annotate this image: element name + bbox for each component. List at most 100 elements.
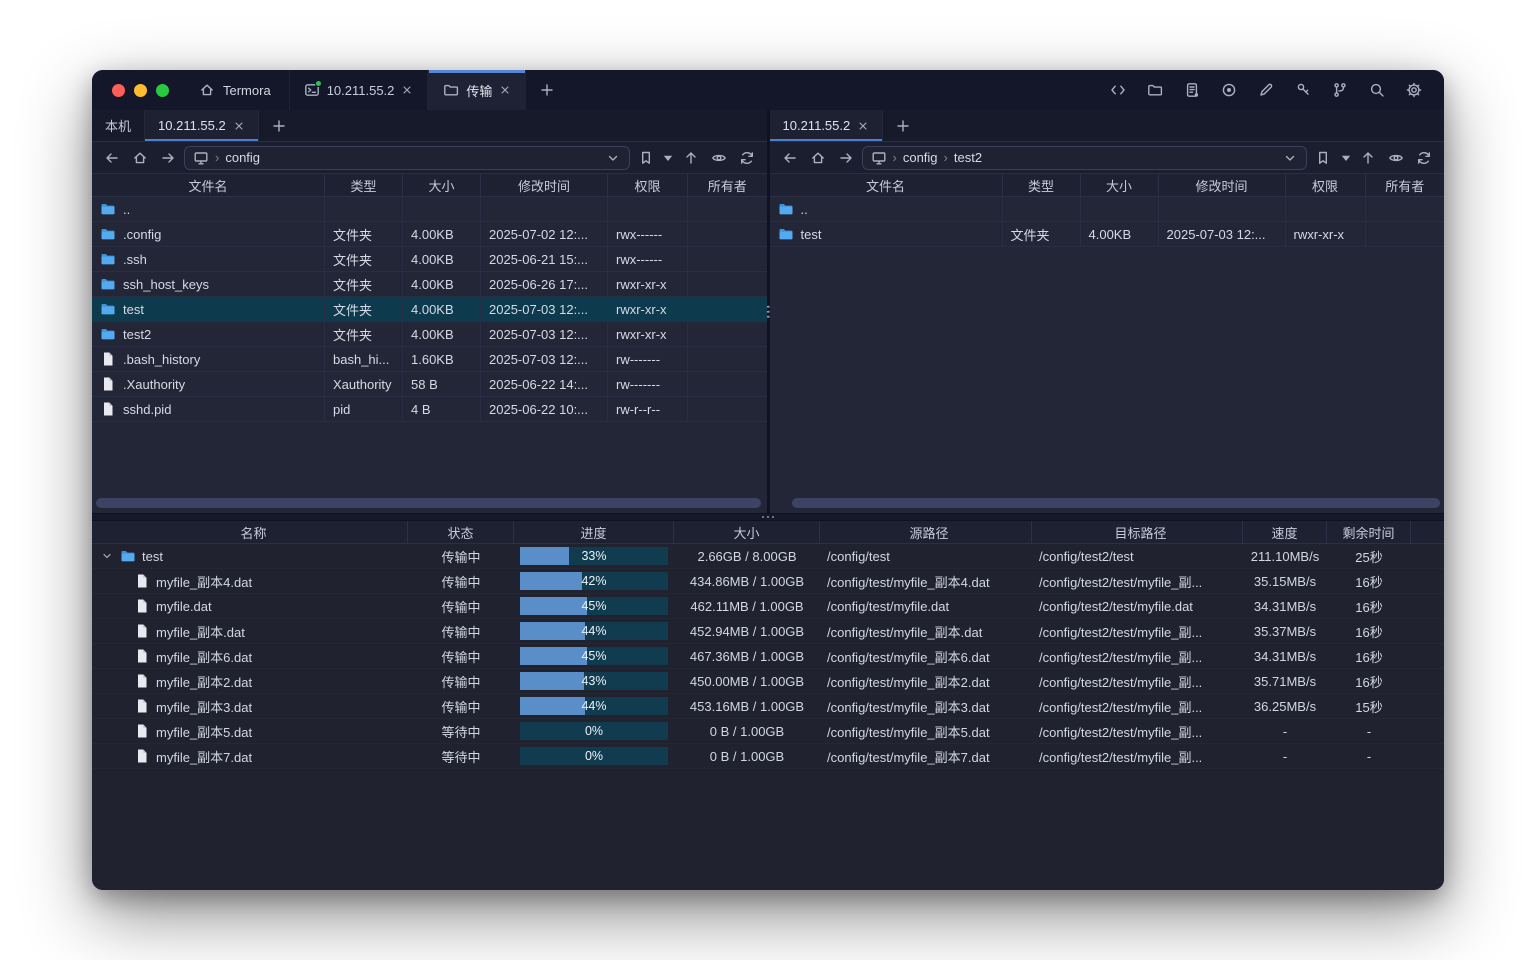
tab-remote-host[interactable]: 10.211.55.2: [145, 110, 259, 141]
transfer-row[interactable]: myfile_副本4.dat 传输中 42% 434.86MB / 1.00GB…: [92, 569, 1444, 594]
parent-directory-icon[interactable]: [679, 146, 703, 170]
horizontal-splitter[interactable]: [92, 513, 1444, 521]
transfer-row[interactable]: myfile_副本6.dat 传输中 45% 467.36MB / 1.00GB…: [92, 644, 1444, 669]
tab-local[interactable]: 本机: [92, 110, 145, 141]
transfer-row[interactable]: test 传输中 33% 2.66GB / 8.00GB /config/tes…: [92, 544, 1444, 569]
transfer-row[interactable]: myfile.dat 传输中 45% 462.11MB / 1.00GB /co…: [92, 594, 1444, 619]
column-header[interactable]: 名称: [92, 521, 408, 543]
table-row[interactable]: ssh_host_keys 文件夹 4.00KB 2025-06-26 17:.…: [92, 272, 767, 297]
app-home-tab[interactable]: Termora: [185, 70, 289, 110]
table-row[interactable]: .ssh 文件夹 4.00KB 2025-06-21 15:... rwx---…: [92, 247, 767, 272]
path-dropdown-icon[interactable]: [1282, 150, 1298, 166]
key-icon[interactable]: [1291, 78, 1315, 102]
refresh-icon[interactable]: [1412, 146, 1436, 170]
transfer-name: myfile.dat: [156, 599, 212, 614]
logs-icon[interactable]: [1180, 78, 1204, 102]
column-header[interactable]: 进度: [514, 521, 674, 543]
breadcrumb[interactable]: › config › test2: [862, 146, 1308, 170]
table-row[interactable]: sshd.pid pid 4 B 2025-06-22 10:... rw-r-…: [92, 397, 767, 422]
settings-icon[interactable]: [1402, 78, 1426, 102]
column-header[interactable]: 修改时间: [1159, 174, 1286, 196]
transfer-status: 传输中: [408, 644, 514, 668]
home-icon[interactable]: [806, 146, 830, 170]
column-header[interactable]: 源路径: [820, 521, 1032, 543]
table-row[interactable]: .bash_history bash_hi... 1.60KB 2025-07-…: [92, 347, 767, 372]
column-header[interactable]: 所有者: [1366, 174, 1445, 196]
column-header[interactable]: 文件名: [770, 174, 1003, 196]
column-header[interactable]: 文件名: [92, 174, 325, 196]
breadcrumb-segment[interactable]: test2: [954, 150, 982, 165]
column-header[interactable]: 剩余时间: [1327, 521, 1411, 543]
new-tab-button[interactable]: [526, 70, 568, 110]
tab-transfer[interactable]: 传输: [428, 70, 526, 110]
folder-icon[interactable]: [1143, 78, 1167, 102]
edit-icon[interactable]: [1254, 78, 1278, 102]
transfer-row[interactable]: myfile_副本5.dat 等待中 0% 0 B / 1.00GB /conf…: [92, 719, 1444, 744]
column-header[interactable]: 大小: [403, 174, 481, 196]
close-window-button[interactable]: [112, 84, 125, 97]
column-header[interactable]: 大小: [674, 521, 820, 543]
tab-remote-host[interactable]: 10.211.55.2: [770, 110, 884, 141]
forward-icon[interactable]: [156, 146, 180, 170]
close-icon[interactable]: [401, 84, 413, 96]
breadcrumb-segment[interactable]: config: [903, 150, 938, 165]
show-hidden-eye-icon[interactable]: [1384, 146, 1408, 170]
record-icon[interactable]: [1217, 78, 1241, 102]
transfer-row[interactable]: myfile_副本3.dat 传输中 44% 453.16MB / 1.00GB…: [92, 694, 1444, 719]
table-row[interactable]: ..: [92, 197, 767, 222]
search-icon[interactable]: [1365, 78, 1389, 102]
file-name: .Xauthority: [123, 377, 185, 392]
transfer-row[interactable]: myfile_副本7.dat 等待中 0% 0 B / 1.00GB /conf…: [92, 744, 1444, 769]
bookmark-caret-icon[interactable]: [662, 146, 675, 170]
new-pane-tab-button[interactable]: [883, 110, 923, 141]
column-header[interactable]: 大小: [1081, 174, 1159, 196]
table-row[interactable]: ..: [770, 197, 1445, 222]
scrollbar-thumb[interactable]: [792, 498, 1441, 508]
transfer-row[interactable]: myfile_副本.dat 传输中 44% 452.94MB / 1.00GB …: [92, 619, 1444, 644]
column-header[interactable]: 权限: [1286, 174, 1366, 196]
table-row[interactable]: .Xauthority Xauthority 58 B 2025-06-22 1…: [92, 372, 767, 397]
column-header[interactable]: 类型: [325, 174, 403, 196]
code-icon[interactable]: [1106, 78, 1130, 102]
forward-icon[interactable]: [834, 146, 858, 170]
transfer-size: 450.00MB / 1.00GB: [674, 669, 820, 693]
breadcrumb-segment[interactable]: config: [225, 150, 260, 165]
close-icon[interactable]: [499, 84, 511, 96]
column-header[interactable]: 权限: [608, 174, 688, 196]
transfer-status: 传输中: [408, 619, 514, 643]
parent-directory-icon[interactable]: [1356, 146, 1380, 170]
target-path: /config/test2/test/myfile_副...: [1032, 619, 1243, 643]
column-header[interactable]: 所有者: [688, 174, 767, 196]
back-icon[interactable]: [778, 146, 802, 170]
table-row[interactable]: test2 文件夹 4.00KB 2025-07-03 12:... rwxr-…: [92, 322, 767, 347]
bookmark-caret-icon[interactable]: [1339, 146, 1352, 170]
back-icon[interactable]: [100, 146, 124, 170]
column-header[interactable]: 目标路径: [1032, 521, 1243, 543]
column-header[interactable]: 修改时间: [481, 174, 608, 196]
column-header[interactable]: 类型: [1003, 174, 1081, 196]
expand-chevron-icon[interactable]: [101, 550, 113, 562]
scrollbar-thumb[interactable]: [96, 498, 761, 508]
transfer-speed: 35.37MB/s: [1243, 619, 1327, 643]
source-control-icon[interactable]: [1328, 78, 1352, 102]
bookmark-icon[interactable]: [634, 146, 658, 170]
maximize-window-button[interactable]: [156, 84, 169, 97]
file-pane-left: 本机 10.211.55.2 › config: [92, 110, 767, 513]
refresh-icon[interactable]: [735, 146, 759, 170]
tab-ssh-session[interactable]: 10.211.55.2: [289, 70, 429, 110]
close-icon[interactable]: [233, 120, 245, 132]
new-pane-tab-button[interactable]: [259, 110, 299, 141]
minimize-window-button[interactable]: [134, 84, 147, 97]
column-header[interactable]: 状态: [408, 521, 514, 543]
home-icon[interactable]: [128, 146, 152, 170]
close-icon[interactable]: [857, 120, 869, 132]
column-header[interactable]: 速度: [1243, 521, 1327, 543]
table-row[interactable]: .config 文件夹 4.00KB 2025-07-02 12:... rwx…: [92, 222, 767, 247]
table-row[interactable]: test 文件夹 4.00KB 2025-07-03 12:... rwxr-x…: [770, 222, 1445, 247]
path-dropdown-icon[interactable]: [605, 150, 621, 166]
breadcrumb[interactable]: › config: [184, 146, 630, 170]
transfer-row[interactable]: myfile_副本2.dat 传输中 43% 450.00MB / 1.00GB…: [92, 669, 1444, 694]
bookmark-icon[interactable]: [1311, 146, 1335, 170]
table-row[interactable]: test 文件夹 4.00KB 2025-07-03 12:... rwxr-x…: [92, 297, 767, 322]
show-hidden-eye-icon[interactable]: [707, 146, 731, 170]
